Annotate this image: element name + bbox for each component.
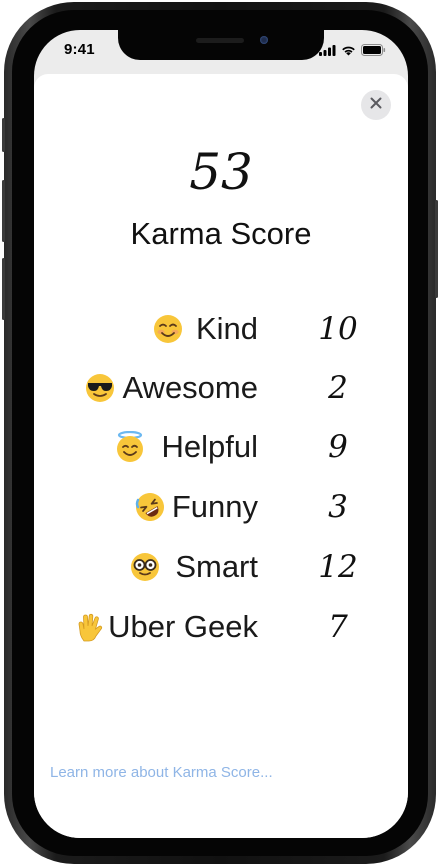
category-label-group: Funny	[134, 482, 258, 532]
category-row-awesome: Awesome 2	[34, 363, 408, 413]
nerd-glasses-face-icon	[129, 551, 161, 583]
close-button[interactable]	[361, 90, 391, 120]
category-row-uber-geek: Uber Geek 7	[34, 602, 408, 652]
category-label: Smart	[175, 549, 258, 584]
power-button	[435, 200, 438, 298]
category-label-group: Awesome	[84, 363, 258, 413]
status-icons	[319, 43, 386, 61]
category-label-group: Kind	[152, 304, 258, 354]
category-label: Uber Geek	[108, 609, 258, 644]
volume-up-button	[2, 180, 5, 242]
front-camera	[260, 36, 268, 44]
category-label: Awesome	[122, 370, 258, 405]
category-label-group: Helpful	[114, 422, 259, 472]
category-value: 3	[328, 489, 348, 525]
category-row-funny: Funny 3	[34, 482, 408, 532]
category-row-helpful: Helpful 9	[34, 422, 408, 472]
phone-screen: 9:41 53 Karma Score Kind 10 Awesome 2 He…	[34, 30, 408, 838]
learn-more-link[interactable]: Learn more about Karma Score...	[50, 764, 273, 781]
category-row-smart: Smart 12	[34, 542, 408, 592]
category-row-kind: Kind 10	[34, 304, 408, 354]
karma-score-value: 53	[189, 143, 253, 201]
category-label-group: Uber Geek	[74, 602, 258, 652]
speaker-grille	[196, 38, 244, 43]
status-time: 9:41	[64, 41, 95, 58]
silent-switch	[2, 118, 5, 152]
category-value: 12	[318, 549, 358, 585]
category-label: Funny	[171, 489, 258, 524]
karma-score-sheet: 53 Karma Score Kind 10 Awesome 2 Helpful…	[34, 74, 408, 838]
category-label: Kind	[195, 311, 258, 346]
karma-score-title: Karma Score	[130, 216, 312, 251]
category-value: 7	[328, 609, 348, 645]
sunglasses-face-icon	[84, 372, 116, 404]
halo-face-icon	[114, 431, 146, 463]
category-value: 9	[328, 429, 348, 465]
smiling-face-icon	[152, 313, 184, 345]
volume-down-button	[2, 258, 5, 320]
wifi-icon	[341, 43, 356, 61]
notch	[118, 30, 324, 60]
rolling-laughing-face-icon	[134, 491, 166, 523]
category-label-group: Smart	[129, 542, 258, 592]
category-value: 10	[318, 311, 358, 347]
category-value: 2	[328, 370, 348, 406]
vulcan-salute-icon	[74, 611, 106, 643]
battery-icon	[361, 43, 386, 61]
close-icon	[370, 96, 382, 114]
category-label: Helpful	[161, 429, 259, 464]
